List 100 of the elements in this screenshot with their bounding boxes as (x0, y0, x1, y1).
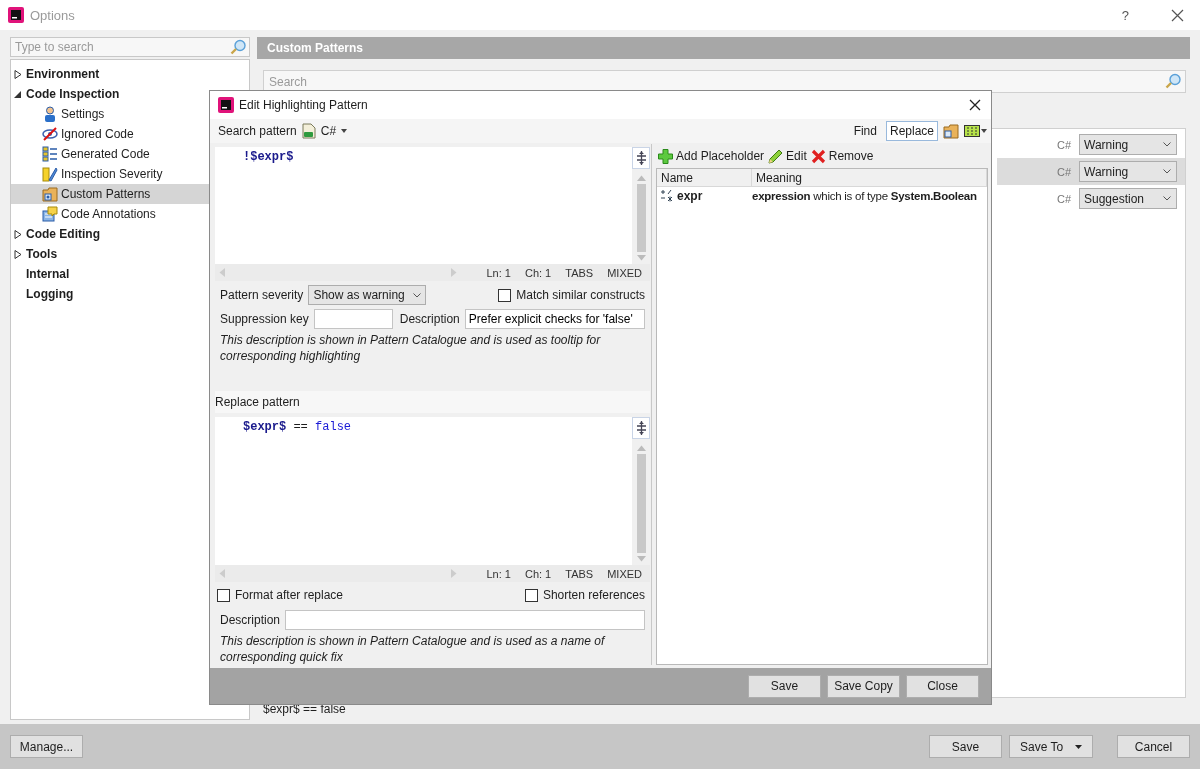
status-text: Ch: 1 (524, 266, 552, 279)
tree-item[interactable]: Code Annotations (11, 204, 249, 224)
scroll-thumb[interactable] (636, 454, 646, 553)
close-icon[interactable] (1171, 8, 1184, 22)
checkbox[interactable] (217, 588, 230, 602)
language-dropdown[interactable]: C# (301, 123, 348, 139)
severity-dropdown[interactable]: Suggestion (1079, 188, 1177, 209)
scroll-down-icon (636, 556, 646, 562)
add-button[interactable]: Add Placeholder (658, 148, 765, 164)
split-icon (635, 421, 647, 435)
language-label: C# (1056, 165, 1071, 178)
scroll-right-icon (451, 268, 457, 277)
mode-tab[interactable]: Replace (885, 121, 938, 141)
pattern-row[interactable]: C# Warning (997, 131, 1185, 158)
field-label: Pattern severity (220, 288, 304, 302)
field-label: Suppression key (220, 312, 309, 326)
status-text: TABS (565, 567, 594, 580)
footer-button[interactable]: Save (929, 735, 1002, 758)
status-text: Ch: 1 (524, 567, 552, 580)
status-text: MIXED (607, 567, 642, 580)
field-label: Description (220, 613, 281, 627)
tree-item[interactable]: Inspection Severity (11, 164, 249, 184)
help-text: This description is shown in Pattern Catalogue and is used as a name of corresponding quick fix (219, 633, 607, 665)
status-text: MIXED (607, 266, 642, 279)
column-header: Name (657, 169, 752, 186)
scroll-thumb[interactable] (636, 184, 646, 252)
help-button[interactable]: ? (1121, 7, 1129, 23)
window-title: Options (30, 7, 75, 23)
language-label: C# (1056, 192, 1071, 205)
split-icon (635, 151, 647, 165)
scroll-up-icon (636, 175, 646, 181)
checkbox[interactable] (498, 288, 512, 302)
pattern-row[interactable]: C# Suggestion (997, 185, 1185, 212)
scroll-up-icon (636, 445, 646, 451)
edit-button[interactable]: Edit (768, 148, 807, 164)
chevron-icon (1163, 142, 1171, 147)
section-label: Replace pattern (215, 395, 300, 409)
app-logo-icon (218, 97, 234, 113)
status-text: Ln: 1 (486, 567, 511, 580)
code-line: !$expr$ (242, 149, 295, 166)
tree-item[interactable]: Code Editing (11, 224, 249, 244)
placeholder-icon (660, 188, 674, 203)
dialog-title: Edit Highlighting Pattern (239, 98, 368, 112)
status-text: TABS (565, 266, 594, 279)
table-cell-text: expression which is of type System.Boolean (752, 189, 978, 202)
document-icon (301, 123, 316, 139)
folder-icon (42, 186, 58, 202)
view-dropdown[interactable] (964, 125, 987, 137)
remove-button[interactable]: Remove (810, 148, 874, 164)
brush-icon (42, 166, 58, 182)
table-cell: expr (677, 188, 703, 203)
checkbox[interactable] (524, 588, 538, 602)
caret-icon (981, 129, 987, 133)
code-line: $expr$ == false (242, 419, 353, 436)
cross-icon (810, 148, 826, 164)
checkbox-label: Match similar constructs (516, 288, 645, 302)
scroll-left-icon (219, 569, 225, 578)
dialog-button[interactable]: Close (906, 674, 979, 698)
chevron-icon (1163, 169, 1171, 174)
crossed-eye-icon (42, 126, 58, 142)
caret-icon (341, 129, 348, 133)
search-field[interactable]: Type to search (10, 37, 250, 57)
text-field[interactable] (313, 309, 393, 329)
text-field[interactable]: Prefer explicit checks for 'false' (464, 309, 645, 329)
split-button[interactable] (632, 417, 650, 439)
chevron-icon (412, 292, 421, 298)
grid-icon (964, 125, 980, 137)
speech-bubble-icon (42, 206, 58, 222)
list-icon (42, 146, 58, 162)
tree-item[interactable]: Environment (11, 64, 249, 84)
app-logo-icon (8, 7, 24, 23)
severity-dropdown[interactable]: Warning (1079, 161, 1177, 182)
scroll-right-icon (451, 569, 457, 578)
dialog-button[interactable]: Save (748, 674, 821, 698)
chevron-icon (1163, 196, 1171, 201)
checkbox-label: Shorten references (542, 588, 645, 602)
manage-button[interactable]: Manage... (10, 735, 83, 758)
status-text: Ln: 1 (486, 266, 511, 279)
text-field[interactable] (285, 610, 645, 630)
mode-tab[interactable]: Find (849, 121, 881, 141)
search-icon (1165, 73, 1182, 89)
severity-dropdown[interactable]: Show as warning (308, 285, 427, 305)
scroll-down-icon (636, 255, 646, 261)
tree-item[interactable]: Tools (11, 244, 249, 264)
save-to-button[interactable]: Save To (1009, 735, 1093, 758)
dialog-button[interactable]: Save Copy (827, 674, 900, 698)
footer-button[interactable]: Cancel (1117, 735, 1190, 758)
close-icon[interactable] (969, 99, 981, 111)
folder-icon[interactable] (943, 123, 959, 139)
person-icon (42, 106, 58, 122)
checkbox-label: Format after replace (235, 588, 344, 602)
split-button[interactable] (632, 147, 650, 169)
field-label: Description (399, 312, 460, 326)
severity-dropdown[interactable]: Warning (1079, 134, 1177, 155)
pattern-row[interactable]: C# Warning (997, 158, 1185, 185)
language-label: C# (1056, 138, 1071, 151)
caret-icon (1075, 744, 1082, 749)
scroll-left-icon (219, 268, 225, 277)
search-icon (230, 39, 247, 55)
field-label: Search pattern (218, 124, 297, 138)
